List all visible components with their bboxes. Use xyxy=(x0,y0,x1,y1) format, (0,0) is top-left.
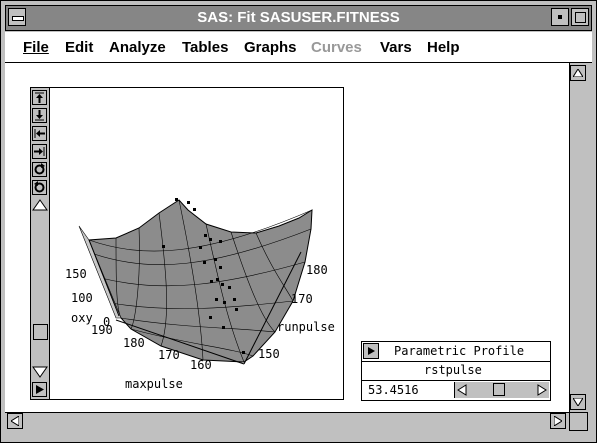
y-tick-label: 150 xyxy=(258,347,280,361)
scroll-left-arrow-icon xyxy=(11,416,19,426)
profile-variable-row: rstpulse xyxy=(362,361,550,381)
menu-edit-label: Edit xyxy=(65,39,94,56)
menu-graphs-label: Graphs xyxy=(244,39,297,56)
rotation-toolbar xyxy=(31,88,50,399)
z-axis-label: oxy xyxy=(71,311,93,325)
scroll-down-button[interactable] xyxy=(570,394,586,410)
maximize-button[interactable] xyxy=(571,8,589,26)
scroll-corner xyxy=(569,412,588,431)
menu-help-label: Help xyxy=(427,39,460,56)
menu-vars-label: Vars xyxy=(380,39,412,56)
x-tick-label: 180 xyxy=(123,336,145,350)
menu-file[interactable]: File xyxy=(23,39,49,56)
horizontal-scrollbar[interactable] xyxy=(5,412,569,431)
rotate-counterclockwise-button[interactable] xyxy=(32,180,47,195)
menu-file-label: File xyxy=(23,39,49,56)
profile-value-row: 53.4516 xyxy=(362,381,550,400)
x-tick-label: 190 xyxy=(91,323,113,337)
rotate-clockwise-button[interactable] xyxy=(32,162,47,177)
scroll-right-arrow-icon xyxy=(554,416,562,426)
profile-variable-name: rstpulse xyxy=(424,363,482,377)
z-tick-label: 150 xyxy=(65,267,87,281)
arrow-left-bar-icon xyxy=(34,129,45,138)
scroll-up-arrow-icon xyxy=(573,69,583,77)
profile-title: Parametric Profile xyxy=(394,344,525,358)
parametric-profile-panel: Parametric Profile rstpulse 53.4516 xyxy=(361,341,551,401)
arrow-up-bar-icon xyxy=(35,92,44,103)
speed-up-arrow-icon[interactable] xyxy=(32,199,48,211)
rotate-ccw-icon xyxy=(34,181,45,193)
rotate-up-button[interactable] xyxy=(32,90,47,105)
profile-header: Parametric Profile xyxy=(362,342,550,362)
profile-value-field[interactable]: 53.4516 xyxy=(368,383,419,397)
menu-help[interactable]: Help xyxy=(427,39,460,56)
arrow-right-bar-icon xyxy=(34,147,45,156)
vertical-scrollbar[interactable] xyxy=(569,63,588,412)
title-bar[interactable]: SAS: Fit SASUSER.FITNESS xyxy=(5,5,592,31)
slider-left-arrow-icon[interactable] xyxy=(457,384,467,396)
slider-right-arrow-icon[interactable] xyxy=(537,384,547,396)
y-axis-label: runpulse xyxy=(277,320,335,334)
scroll-right-button[interactable] xyxy=(550,413,566,429)
minimize-button[interactable] xyxy=(551,8,569,26)
x-tick-label: 160 xyxy=(190,358,212,372)
profile-slider[interactable] xyxy=(454,382,549,398)
rotate-down-button[interactable] xyxy=(32,108,47,123)
menu-edit[interactable]: Edit xyxy=(65,39,93,56)
menu-curves[interactable]: Curves xyxy=(311,39,362,56)
menu-analyze-label: Analyze xyxy=(109,39,166,56)
menu-tables-label: Tables xyxy=(182,39,229,56)
rotate-cw-icon xyxy=(34,163,45,175)
profile-menu-button[interactable] xyxy=(363,343,379,359)
play-icon xyxy=(368,347,375,355)
surface-plot[interactable]: 150 100 oxy 0 190 180 170 160 maxpulse 1… xyxy=(31,88,343,399)
scroll-down-arrow-icon xyxy=(573,398,583,406)
arrow-down-bar-icon xyxy=(35,110,44,121)
menu-graphs[interactable]: Graphs xyxy=(244,39,297,56)
speed-slider-thumb[interactable] xyxy=(33,324,48,340)
y-tick-label: 180 xyxy=(306,263,328,277)
speed-down-arrow-icon[interactable] xyxy=(32,366,48,378)
menu-bar: File Edit Analyze Tables Graphs Curves V… xyxy=(5,32,592,63)
profile-slider-thumb[interactable] xyxy=(493,383,505,396)
menu-tables[interactable]: Tables xyxy=(182,39,228,56)
window-title: SAS: Fit SASUSER.FITNESS xyxy=(197,9,400,26)
x-axis-label: maxpulse xyxy=(125,377,183,391)
rotate-left-button[interactable] xyxy=(32,126,47,141)
menu-curves-label: Curves xyxy=(311,39,362,56)
rotation-play-button[interactable] xyxy=(32,382,47,397)
play-icon xyxy=(36,385,44,394)
menu-vars[interactable]: Vars xyxy=(380,39,412,56)
menu-analyze[interactable]: Analyze xyxy=(109,39,166,56)
surface-plot-frame[interactable]: 150 100 oxy 0 190 180 170 160 maxpulse 1… xyxy=(30,87,344,400)
scroll-left-button[interactable] xyxy=(7,413,23,429)
window-frame: SAS: Fit SASUSER.FITNESS File Edit Analy… xyxy=(0,0,597,443)
x-tick-label: 170 xyxy=(158,348,180,362)
scroll-up-button[interactable] xyxy=(570,65,586,81)
y-tick-label: 170 xyxy=(291,292,313,306)
rotate-right-button[interactable] xyxy=(32,144,47,159)
z-tick-label: 100 xyxy=(71,291,93,305)
